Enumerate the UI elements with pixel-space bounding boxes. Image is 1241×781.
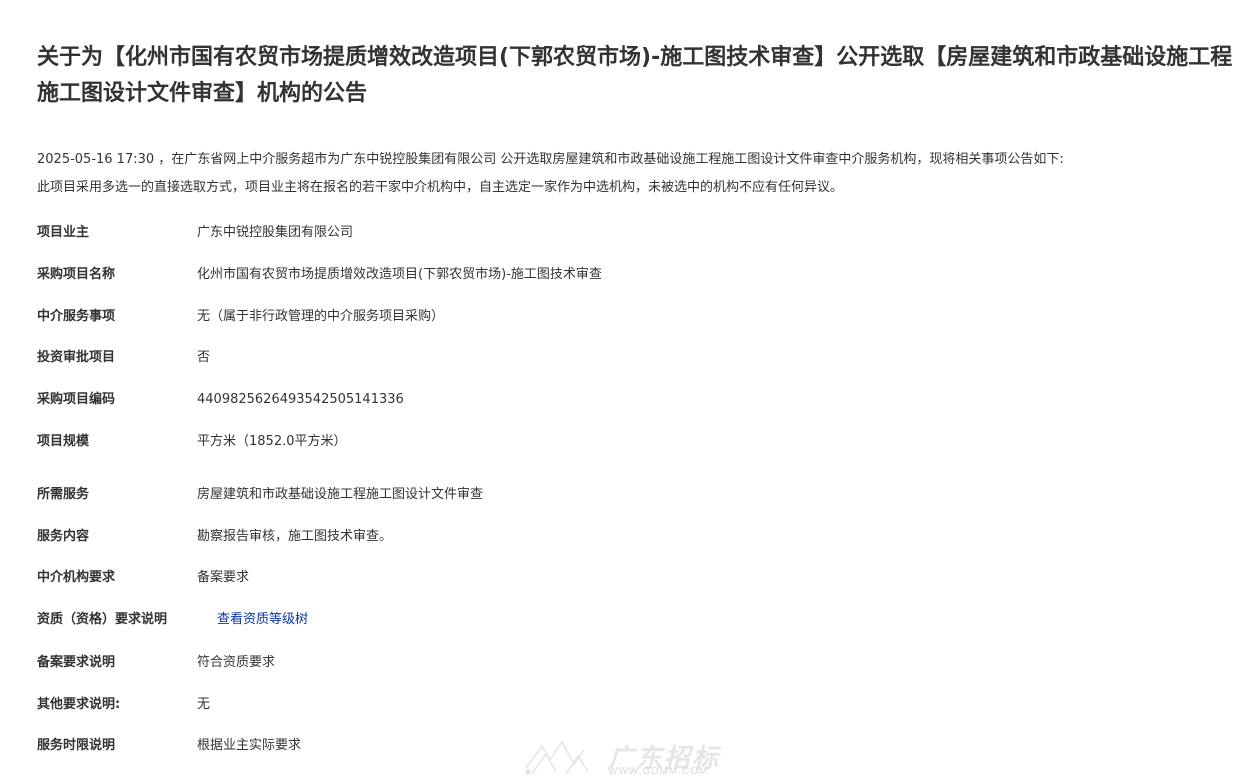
field-value: 勘察报告审核，施工图技术审查。 [197,529,393,544]
field-label: 资质（资格）要求说明 [37,612,168,627]
field-value: 房屋建筑和市政基础设施工程施工图设计文件审查 [197,487,484,502]
field-row-qualification: 资质（资格）要求说明 查看资质等级树 [37,610,1217,630]
notice-intro-line-1: 2025-05-16 17:30 ，在广东省网上中介服务超市为广东中锐控股集团有… [37,152,1064,167]
watermark-logo-icon [525,740,589,775]
field-value: 4409825626493542505141336 [197,392,404,407]
field-row-agency-requirement: 中介机构要求 备案要求 [37,568,1217,588]
field-label: 项目规模 [37,434,90,449]
field-value: 无（属于非行政管理的中介服务项目采购） [197,309,445,324]
field-label: 服务时限说明 [37,738,116,753]
field-label: 采购项目编码 [37,392,116,407]
field-label: 所需服务 [37,487,90,502]
field-value: 无 [197,697,211,712]
field-row-procurement-name: 采购项目名称 化州市国有农贸市场提质增效改造项目(下郭农贸市场)-施工图技术审查 [37,265,1217,285]
watermark-url: WWW.GDMM.COM [608,766,709,777]
field-value: 备案要求 [197,570,250,585]
field-label: 采购项目名称 [37,267,116,282]
field-row-required-service: 所需服务 房屋建筑和市政基础设施工程施工图设计文件审查 [37,485,1217,505]
field-row-investment-approval: 投资审批项目 否 [37,348,1217,368]
field-row-project-scale: 项目规模 平方米（1852.0平方米） [37,432,1217,452]
field-value: 广东中锐控股集团有限公司 [197,225,354,240]
field-value: 根据业主实际要求 [197,738,302,753]
field-label: 服务内容 [37,529,90,544]
field-value: 符合资质要求 [197,655,276,670]
view-qualification-tree-link[interactable]: 查看资质等级树 [217,610,308,630]
field-label: 中介服务事项 [37,309,116,324]
notice-title: 关于为【化州市国有农贸市场提质增效改造项目(下郭农贸市场)-施工图技术审查】公开… [37,45,1233,106]
field-label: 中介机构要求 [37,570,116,585]
field-row-project-owner: 项目业主 广东中锐控股集团有限公司 [37,223,1217,243]
field-label: 投资审批项目 [37,350,116,365]
notice-intro-line-2: 此项目采用多选一的直接选取方式，项目业主将在报名的若干家中介机构中，自主选定一家… [37,180,844,195]
field-value: 否 [197,350,211,365]
field-row-service-content: 服务内容 勘察报告审核，施工图技术审查。 [37,527,1217,547]
field-label: 备案要求说明 [37,655,116,670]
notice-page: 关于为【化州市国有农贸市场提质增效改造项目(下郭农贸市场)-施工图技术审查】公开… [0,0,1241,781]
field-row-service-item: 中介服务事项 无（属于非行政管理的中介服务项目采购） [37,307,1217,327]
site-watermark: 广东招标 WWW.GDMM.COM [522,738,722,778]
field-value: 平方米（1852.0平方米） [197,434,347,449]
field-row-filing-requirement: 备案要求说明 符合资质要求 [37,653,1217,673]
field-label: 项目业主 [37,225,90,240]
field-value: 化州市国有农贸市场提质增效改造项目(下郭农贸市场)-施工图技术审查 [197,267,602,282]
field-row-procurement-code: 采购项目编码 4409825626493542505141336 [37,390,1217,410]
field-row-other-requirement: 其他要求说明: 无 [37,695,1217,715]
field-label: 其他要求说明: [37,697,121,712]
